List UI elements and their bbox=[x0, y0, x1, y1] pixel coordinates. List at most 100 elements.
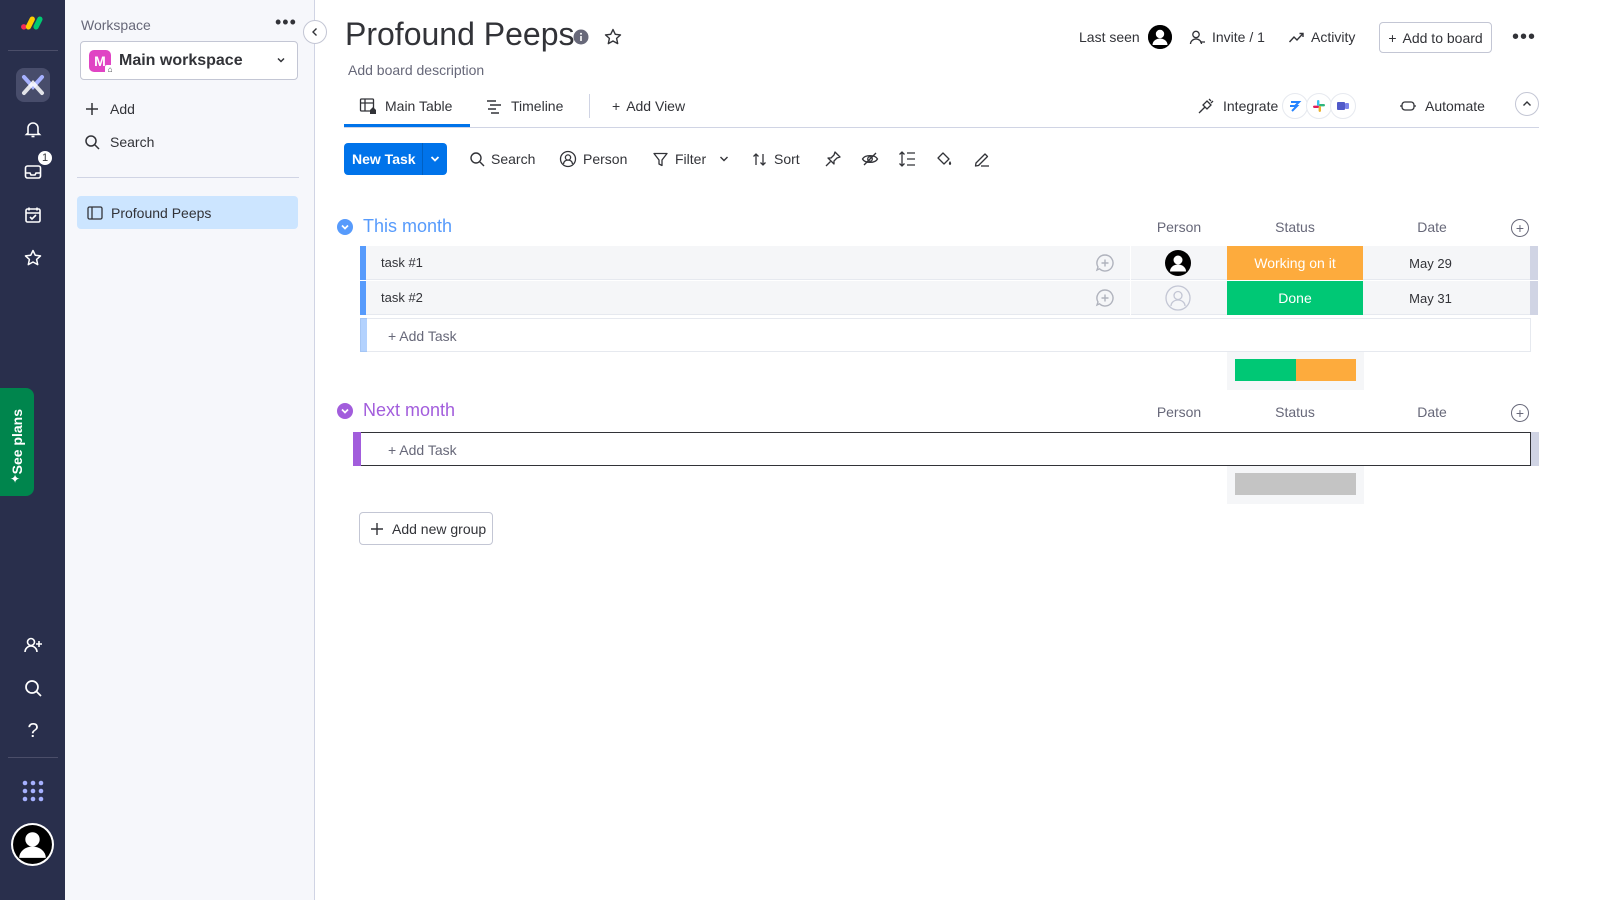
automate-button[interactable]: Automate bbox=[1399, 92, 1485, 120]
row-end-cap bbox=[1530, 281, 1538, 315]
workspace-more-icon[interactable]: ••• bbox=[275, 12, 297, 33]
column-header-status[interactable]: Status bbox=[1227, 404, 1363, 420]
integrate-button[interactable]: Integrate bbox=[1197, 92, 1357, 120]
filter-chevron-down-icon[interactable] bbox=[718, 153, 730, 165]
tab-main-table[interactable]: Main Table bbox=[359, 92, 452, 120]
status-summary-working bbox=[1295, 359, 1356, 381]
hide-eye-icon[interactable] bbox=[861, 150, 879, 168]
workspace-search-label: Search bbox=[110, 134, 155, 150]
my-work-calendar-icon[interactable] bbox=[20, 202, 46, 228]
add-update-icon[interactable] bbox=[1095, 288, 1115, 308]
home-icon: ⌂ bbox=[105, 64, 115, 75]
workspace-name: Main workspace bbox=[119, 51, 243, 69]
add-update-icon[interactable] bbox=[1095, 253, 1115, 273]
add-column-plus-icon[interactable]: + bbox=[1511, 219, 1529, 237]
sort-arrows-icon bbox=[751, 151, 768, 168]
filter-button[interactable]: Filter bbox=[652, 143, 730, 175]
person-label: Person bbox=[583, 151, 628, 167]
user-avatar[interactable] bbox=[11, 823, 54, 866]
status-summary-bar[interactable] bbox=[1227, 352, 1364, 390]
add-task-label[interactable]: + Add Task bbox=[388, 328, 457, 344]
tab-timeline[interactable]: Timeline bbox=[485, 92, 563, 120]
apps-grid-icon[interactable] bbox=[20, 778, 46, 804]
add-to-board-button[interactable]: + Add to board bbox=[1379, 22, 1492, 53]
board-more-icon[interactable]: ••• bbox=[1512, 26, 1536, 49]
status-summary-bar[interactable] bbox=[1227, 466, 1364, 504]
workspace-selector[interactable]: M ⌂ Main workspace bbox=[80, 41, 298, 80]
table-row[interactable]: task #1 Working on it May 29 bbox=[360, 246, 1538, 280]
workspace-add-label: Add bbox=[110, 101, 135, 117]
integration-logos bbox=[1282, 93, 1357, 119]
chevron-up-icon bbox=[1523, 101, 1531, 106]
color-fill-icon[interactable] bbox=[935, 150, 953, 168]
favorites-star-icon[interactable] bbox=[20, 245, 46, 271]
add-task-row-focused[interactable]: + Add Task bbox=[353, 431, 1531, 466]
person-filter-button[interactable]: Person bbox=[559, 143, 627, 175]
group-title[interactable]: Next month bbox=[363, 400, 455, 421]
column-header-date[interactable]: Date bbox=[1363, 404, 1501, 420]
group-collapse-caret-icon[interactable] bbox=[337, 218, 353, 235]
group-collapse-caret-icon[interactable] bbox=[337, 402, 353, 419]
plus-icon: + bbox=[1388, 29, 1397, 46]
cell-divider bbox=[1130, 281, 1131, 315]
task-name[interactable]: task #1 bbox=[381, 255, 423, 270]
add-new-group-label: Add new group bbox=[392, 520, 487, 537]
date-cell[interactable]: May 31 bbox=[1363, 281, 1498, 315]
status-cell[interactable]: Working on it bbox=[1227, 246, 1363, 280]
add-view-button[interactable]: + Add View bbox=[612, 92, 685, 120]
automate-robot-icon bbox=[1399, 97, 1417, 115]
collapse-sidebar-button[interactable] bbox=[303, 20, 327, 44]
status-cell[interactable]: Done bbox=[1227, 281, 1363, 315]
column-header-date[interactable]: Date bbox=[1363, 219, 1501, 235]
task-name[interactable]: task #2 bbox=[381, 290, 423, 305]
add-to-board-label: Add to board bbox=[1402, 29, 1483, 46]
new-task-dropdown-icon[interactable] bbox=[423, 153, 447, 165]
workspace-panel: Workspace ••• M ⌂ Main workspace Add Sea… bbox=[65, 0, 315, 900]
integrate-label: Integrate bbox=[1223, 98, 1279, 114]
workspace-search-button[interactable]: Search bbox=[84, 134, 154, 150]
group-header-this-month[interactable]: This month bbox=[337, 216, 452, 237]
new-task-button[interactable]: New Task bbox=[344, 143, 447, 175]
row-height-icon[interactable] bbox=[898, 150, 916, 168]
column-header-person[interactable]: Person bbox=[1130, 404, 1228, 420]
invite-button[interactable]: Invite / 1 bbox=[1189, 26, 1265, 48]
add-task-label[interactable]: + Add Task bbox=[388, 442, 457, 458]
tab-label: Timeline bbox=[511, 98, 564, 114]
notifications-bell-icon[interactable] bbox=[20, 116, 46, 142]
sort-button[interactable]: Sort bbox=[751, 143, 800, 175]
person-avatar[interactable] bbox=[1165, 250, 1191, 276]
info-icon[interactable] bbox=[573, 29, 589, 45]
search-button[interactable]: Search bbox=[469, 143, 535, 175]
chevron-down-icon bbox=[275, 54, 287, 66]
invite-person-icon bbox=[1189, 29, 1206, 46]
invite-members-icon[interactable] bbox=[20, 632, 46, 658]
favorite-star-icon[interactable] bbox=[603, 27, 623, 47]
group-title[interactable]: This month bbox=[363, 216, 452, 237]
add-column-plus-icon[interactable]: + bbox=[1511, 404, 1529, 422]
monday-logo-icon[interactable] bbox=[20, 10, 46, 36]
edit-pen-icon[interactable] bbox=[973, 150, 991, 168]
column-header-status[interactable]: Status bbox=[1227, 219, 1363, 235]
last-seen-button[interactable]: Last seen bbox=[1079, 25, 1172, 49]
group-header-next-month[interactable]: Next month bbox=[337, 400, 455, 421]
collapse-header-button[interactable] bbox=[1515, 92, 1539, 116]
sidebar-item-profound-peeps[interactable]: Profound Peeps bbox=[77, 196, 298, 229]
column-header-person[interactable]: Person bbox=[1130, 219, 1228, 235]
add-new-group-button[interactable]: Add new group bbox=[359, 512, 493, 545]
table-row[interactable]: task #2 Done May 31 bbox=[360, 281, 1538, 315]
jira-logo-icon bbox=[1282, 93, 1309, 119]
help-question-icon[interactable]: ? bbox=[20, 718, 46, 744]
add-task-row[interactable]: + Add Task bbox=[360, 318, 1531, 352]
empty-person-icon[interactable] bbox=[1165, 285, 1191, 311]
see-plans-button[interactable]: See plans ✦ bbox=[0, 388, 34, 496]
activity-button[interactable]: Activity bbox=[1288, 26, 1355, 48]
work-management-icon[interactable] bbox=[20, 72, 46, 98]
board-title[interactable]: Profound Peeps bbox=[345, 16, 575, 53]
row-group-color-bar bbox=[360, 246, 366, 280]
rail-divider bbox=[8, 50, 58, 51]
date-cell[interactable]: May 29 bbox=[1363, 246, 1498, 280]
workspace-add-button[interactable]: Add bbox=[84, 101, 135, 117]
board-description[interactable]: Add board description bbox=[348, 62, 484, 78]
pin-icon[interactable] bbox=[824, 150, 842, 168]
search-icon[interactable] bbox=[20, 675, 46, 701]
